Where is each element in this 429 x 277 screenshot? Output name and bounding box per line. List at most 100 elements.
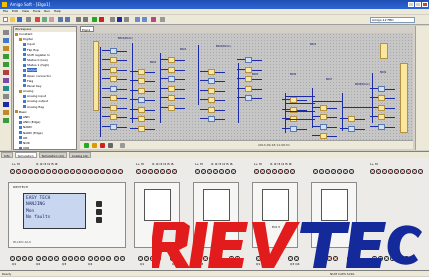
counter-block-icon[interactable] bbox=[3, 78, 9, 83]
input-terminal[interactable] bbox=[70, 169, 75, 174]
device-select[interactable]: Amigo-12 FBD bbox=[370, 17, 415, 23]
input-terminal[interactable] bbox=[22, 169, 27, 174]
input-terminal[interactable] bbox=[319, 169, 324, 174]
sim-step-icon[interactable] bbox=[108, 143, 113, 148]
output-terminal[interactable] bbox=[16, 256, 21, 261]
input-terminal[interactable] bbox=[52, 169, 57, 174]
function-block[interactable] bbox=[208, 68, 215, 75]
function-block[interactable] bbox=[168, 66, 175, 73]
input-terminal[interactable] bbox=[118, 169, 123, 174]
function-block[interactable] bbox=[138, 116, 145, 122]
undo-icon[interactable] bbox=[58, 17, 63, 22]
analog-block-icon[interactable] bbox=[3, 86, 9, 91]
function-block[interactable] bbox=[138, 106, 145, 113]
output-terminal[interactable] bbox=[42, 256, 47, 261]
open-icon[interactable] bbox=[10, 17, 15, 22]
input-terminal[interactable] bbox=[331, 169, 336, 174]
menu-tools[interactable]: Tools bbox=[33, 9, 40, 14]
function-block[interactable] bbox=[320, 133, 327, 139]
misc-block-icon[interactable] bbox=[3, 118, 9, 123]
input-terminal[interactable] bbox=[388, 169, 393, 174]
input-terminal[interactable] bbox=[290, 169, 295, 174]
save-icon[interactable] bbox=[17, 17, 22, 22]
sim-speed-slider[interactable] bbox=[120, 143, 125, 148]
function-block[interactable] bbox=[245, 85, 252, 92]
function-block[interactable] bbox=[138, 97, 145, 103]
zoom-in-icon[interactable] bbox=[76, 17, 81, 22]
close-button[interactable] bbox=[422, 2, 428, 7]
input-terminal[interactable] bbox=[325, 169, 330, 174]
block-label[interactable]: B001(Block) bbox=[118, 37, 133, 40]
wire-icon[interactable] bbox=[3, 102, 9, 107]
input-terminal[interactable] bbox=[207, 169, 212, 174]
zoom-out-icon[interactable] bbox=[83, 17, 88, 22]
input-terminal[interactable] bbox=[148, 169, 153, 174]
output-terminal[interactable] bbox=[94, 256, 99, 261]
function-block[interactable] bbox=[348, 116, 355, 122]
upload-icon[interactable] bbox=[142, 17, 147, 22]
download-icon[interactable] bbox=[135, 17, 140, 22]
function-block[interactable] bbox=[168, 76, 175, 82]
input-terminal[interactable] bbox=[46, 169, 51, 174]
block-label[interactable]: B002 bbox=[150, 61, 156, 64]
print-icon[interactable] bbox=[26, 17, 31, 22]
function-block[interactable] bbox=[320, 104, 327, 111]
function-block[interactable] bbox=[110, 85, 117, 92]
input-terminal[interactable] bbox=[412, 169, 417, 174]
output-terminal[interactable] bbox=[100, 256, 105, 261]
connect-tool-icon[interactable] bbox=[117, 17, 122, 22]
function-block[interactable] bbox=[245, 57, 252, 63]
function-block[interactable] bbox=[110, 114, 117, 120]
block-label[interactable]: B009 bbox=[380, 71, 386, 74]
input-terminal[interactable] bbox=[382, 169, 387, 174]
block-label[interactable]: B005 bbox=[252, 73, 258, 76]
paste-icon[interactable] bbox=[49, 17, 54, 22]
function-block[interactable] bbox=[208, 106, 215, 113]
input-terminal[interactable] bbox=[106, 169, 111, 174]
input-terminal[interactable] bbox=[394, 169, 399, 174]
output-terminal[interactable] bbox=[36, 256, 41, 261]
input-terminal[interactable] bbox=[400, 169, 405, 174]
input-terminal[interactable] bbox=[160, 169, 165, 174]
input-terminal[interactable] bbox=[284, 169, 289, 174]
settings-icon[interactable] bbox=[160, 17, 165, 22]
input-bus-block[interactable] bbox=[93, 41, 99, 111]
output-terminal[interactable] bbox=[120, 256, 125, 261]
output-bus-block[interactable] bbox=[400, 63, 408, 133]
function-block[interactable] bbox=[208, 78, 215, 84]
block-label[interactable]: B008(Block) bbox=[355, 83, 370, 86]
function-block[interactable] bbox=[168, 104, 175, 111]
function-block[interactable] bbox=[110, 104, 117, 111]
input-terminal[interactable] bbox=[136, 169, 141, 174]
timer-block-icon[interactable] bbox=[3, 70, 9, 75]
input-terminal[interactable] bbox=[10, 169, 15, 174]
menu-edit[interactable]: Edit bbox=[12, 9, 18, 14]
cut-icon[interactable] bbox=[35, 17, 40, 22]
input-terminal[interactable] bbox=[278, 169, 283, 174]
input-terminal[interactable] bbox=[219, 169, 224, 174]
stop-icon[interactable] bbox=[99, 17, 104, 22]
output-terminal[interactable] bbox=[138, 256, 143, 261]
input-terminal[interactable] bbox=[88, 169, 93, 174]
input-terminal[interactable] bbox=[349, 169, 354, 174]
function-block[interactable] bbox=[378, 123, 385, 130]
and-block-icon[interactable] bbox=[3, 54, 9, 59]
input-terminal[interactable] bbox=[100, 169, 105, 174]
output-terminal[interactable] bbox=[10, 256, 15, 261]
input-terminal[interactable] bbox=[166, 169, 171, 174]
function-block[interactable] bbox=[208, 97, 215, 103]
block-label[interactable]: B010 bbox=[310, 43, 316, 46]
function-block[interactable] bbox=[348, 125, 355, 132]
sim-start-icon[interactable] bbox=[84, 143, 89, 148]
output-terminal[interactable] bbox=[80, 256, 85, 261]
pointer-icon[interactable] bbox=[3, 30, 9, 35]
function-block[interactable] bbox=[168, 57, 175, 63]
function-block[interactable] bbox=[378, 104, 385, 111]
key-down-icon[interactable] bbox=[96, 217, 102, 223]
input-terminal[interactable] bbox=[94, 169, 99, 174]
function-block[interactable] bbox=[245, 76, 252, 82]
copy-icon[interactable] bbox=[42, 17, 47, 22]
flag-icon[interactable] bbox=[3, 110, 9, 115]
function-block[interactable] bbox=[168, 85, 175, 92]
output-terminal[interactable] bbox=[114, 256, 119, 261]
